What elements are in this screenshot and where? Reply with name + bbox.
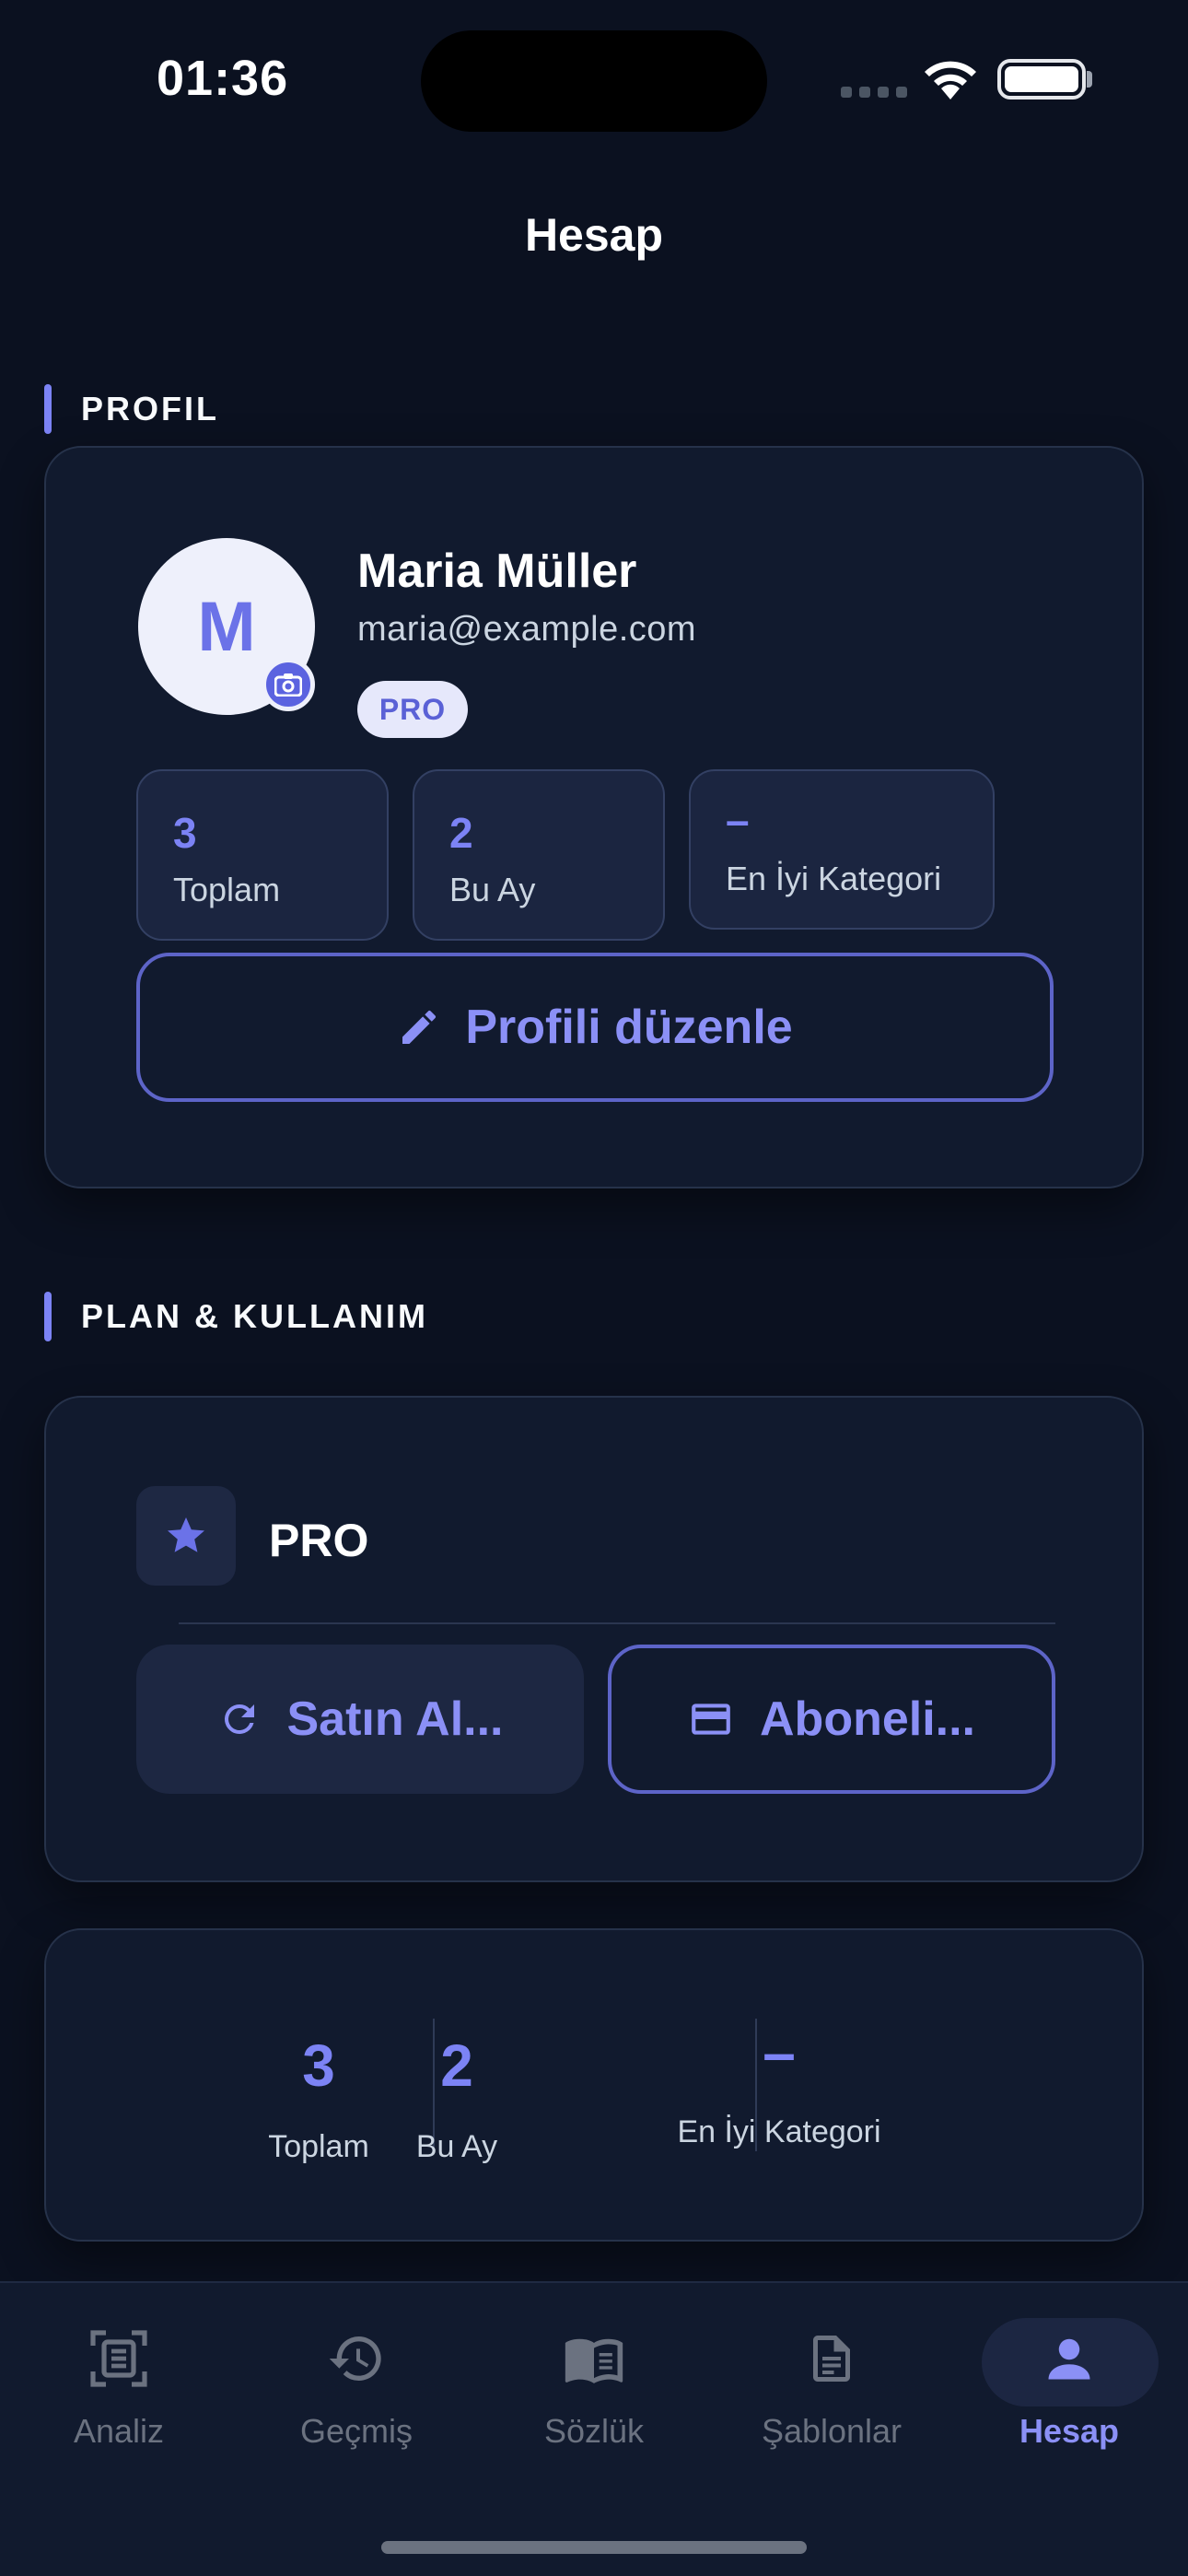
plan-card: PRO Satın Al... Aboneli...	[44, 1396, 1144, 1882]
summary-best-category: – En İyi Kategori	[677, 1930, 1147, 2240]
battery-icon	[997, 59, 1086, 100]
tab-label: Sözlük	[543, 2412, 645, 2450]
refresh-icon	[224, 1704, 254, 1734]
person-icon	[1038, 2327, 1101, 2390]
stat-this-month: 2 Bu Ay	[413, 769, 665, 941]
credit-card-icon	[692, 1704, 730, 1735]
manage-subscription-button[interactable]: Aboneli...	[608, 1645, 1055, 1794]
cellular-signal-icon	[841, 87, 907, 98]
tab-sozluk[interactable]: Sözlük	[502, 2316, 686, 2464]
usage-summary-card: 3 Toplam 2 Bu Ay – En İyi Kategori	[44, 1928, 1144, 2242]
user-email: maria@example.com	[357, 610, 697, 649]
status-time: 01:36	[157, 51, 289, 106]
scan-document-icon	[87, 2327, 150, 2390]
stat-value: 3	[173, 809, 197, 857]
tab-label: Analiz	[73, 2412, 165, 2450]
restore-purchases-button[interactable]: Satın Al...	[136, 1645, 584, 1794]
section-accent-bar	[44, 1292, 52, 1341]
battery-tip	[1087, 71, 1092, 88]
account-screen: 01:36 Hesap PROFIL M Maria Müller maria@…	[0, 0, 1188, 2576]
divider	[179, 1622, 1055, 1624]
summary-value: 2	[440, 2032, 473, 2099]
tab-bar: Analiz Geçmiş Sözlük Şablonlar Hesap	[0, 2281, 1188, 2576]
book-icon	[563, 2327, 625, 2390]
home-indicator[interactable]	[381, 2541, 807, 2554]
tab-label: Hesap	[1019, 2412, 1120, 2450]
user-name: Maria Müller	[357, 544, 637, 598]
restore-purchases-label: Satın Al...	[286, 1692, 504, 1746]
tab-sablonlar[interactable]: Şablonlar	[740, 2316, 924, 2464]
section-accent-bar	[44, 384, 52, 434]
tab-gecmis[interactable]: Geçmiş	[264, 2316, 448, 2464]
stat-label: En İyi Kategori	[726, 860, 942, 897]
pencil-icon	[402, 1010, 437, 1044]
tab-label: Geçmiş	[299, 2412, 413, 2450]
stat-value: –	[726, 796, 750, 844]
history-icon	[325, 2327, 388, 2390]
summary-label: En İyi Kategori	[677, 2114, 881, 2149]
summary-value: –	[763, 2020, 796, 2086]
plan-name: PRO	[269, 1515, 369, 1566]
profile-section-header: PROFIL	[44, 384, 219, 434]
plan-section-header: PLAN & KULLANIM	[44, 1292, 428, 1341]
manage-subscription-label: Aboneli...	[760, 1692, 975, 1746]
summary-label: Bu Ay	[415, 2129, 498, 2164]
star-icon	[136, 1486, 236, 1586]
camera-icon[interactable]	[262, 658, 315, 711]
edit-profile-button[interactable]: Profili düzenle	[136, 953, 1054, 1102]
wifi-icon	[925, 61, 976, 100]
stat-total: 3 Toplam	[136, 769, 389, 941]
template-icon	[800, 2327, 863, 2390]
tab-label: Şablonlar	[761, 2412, 903, 2450]
stat-best-category: – En İyi Kategori	[689, 769, 995, 930]
tab-analiz[interactable]: Analiz	[27, 2316, 211, 2464]
page-title: Hesap	[524, 209, 664, 261]
tab-hesap[interactable]: Hesap	[977, 2316, 1161, 2464]
plan-badge: PRO	[357, 681, 468, 738]
section-title: PLAN & KULLANIM	[81, 1297, 428, 1335]
profile-card: M Maria Müller maria@example.com PRO 3 T…	[44, 446, 1144, 1188]
section-title: PROFIL	[81, 390, 219, 427]
dynamic-island	[421, 30, 767, 132]
stat-label: Toplam	[173, 871, 281, 908]
stat-label: Bu Ay	[449, 871, 536, 908]
stat-value: 2	[449, 809, 473, 857]
edit-profile-label: Profili düzenle	[465, 1001, 793, 1054]
